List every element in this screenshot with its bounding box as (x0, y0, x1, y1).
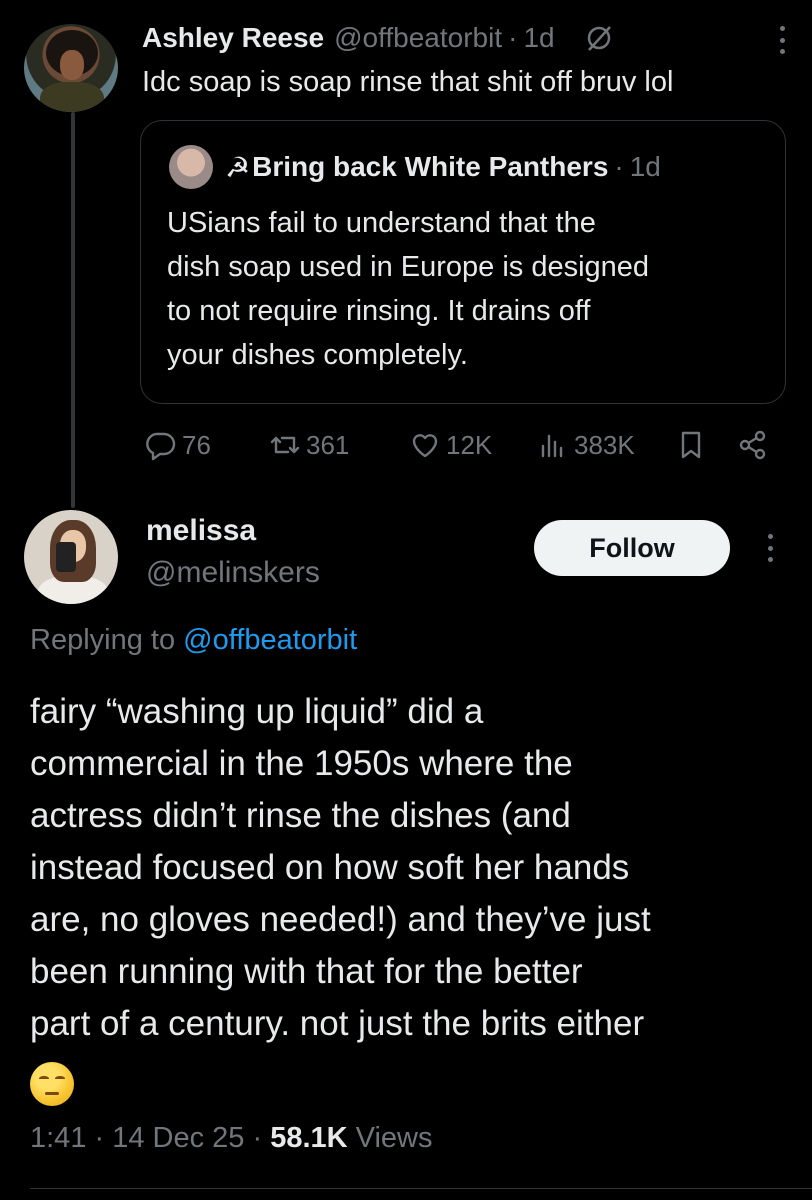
tweet-actions: 76 361 12K 383K (140, 420, 790, 470)
repost-icon (270, 436, 300, 454)
quote-author-avatar (169, 145, 213, 189)
author-handle[interactable]: @offbeatorbit (334, 22, 502, 54)
replying-prefix: Replying to (30, 624, 184, 656)
reply-action[interactable]: 76 (144, 420, 211, 470)
replying-to-mention[interactable]: @offbeatorbit (183, 624, 357, 656)
reply-author-avatar[interactable] (24, 510, 118, 604)
quote-header: ☭ Bring back White Panthers · 1d (225, 145, 661, 189)
hammer-sickle-icon: ☭ (225, 151, 251, 183)
views-count: 383K (574, 429, 635, 460)
tweet-time[interactable]: 1d (523, 22, 554, 54)
reply-date: 14 Dec 25 (112, 1122, 245, 1154)
separator-dot: · (94, 1122, 113, 1154)
tweet-header: Ashley Reese @offbeatorbit · 1d (142, 18, 792, 58)
replying-to-line: Replying to @offbeatorbit (30, 624, 357, 657)
separator-dot: · (614, 151, 624, 182)
quote-author-name: Bring back White Panthers (252, 151, 609, 182)
separator-dot: · (252, 1122, 271, 1154)
repost-action[interactable]: 361 (268, 420, 349, 470)
repost-count: 361 (306, 429, 350, 460)
more-options-icon[interactable] (760, 530, 780, 566)
share-action[interactable] (736, 420, 770, 470)
author-avatar[interactable] (24, 24, 118, 112)
views-chart-icon (541, 434, 563, 458)
views-action[interactable]: 383K (536, 420, 635, 470)
bookmark-icon (681, 431, 701, 459)
reply-views-label: Views (355, 1122, 433, 1154)
like-action[interactable]: 12K (408, 420, 492, 470)
author-name[interactable]: Ashley Reese (142, 22, 324, 54)
divider (30, 1188, 812, 1189)
reply-meta: 1:41 · 14 Dec 25 · 58.1K Views (30, 1122, 433, 1155)
reply-count: 76 (182, 429, 211, 460)
share-icon (739, 430, 766, 460)
heart-icon (412, 434, 438, 458)
follow-button[interactable]: Follow (534, 520, 730, 576)
reply-icon (146, 432, 176, 461)
separator-dot: · (508, 22, 518, 53)
thread-connector-line (71, 112, 75, 508)
grok-icon[interactable] (585, 24, 613, 52)
reply-text: fairy “washing up liquid” did a commerci… (30, 692, 651, 1043)
reply-views-count[interactable]: 58.1K (270, 1122, 347, 1154)
quoted-tweet-card[interactable]: ☭ Bring back White Panthers · 1d USians … (140, 120, 786, 404)
quote-text: USians fail to understand that the dish … (167, 207, 650, 371)
reply-author-name[interactable]: melissa (146, 514, 256, 548)
like-count: 12K (446, 429, 493, 460)
bookmark-action[interactable] (674, 420, 708, 470)
unamused-face-emoji (30, 1062, 74, 1106)
reply-author-handle[interactable]: @melinskers (146, 556, 320, 590)
more-options-icon[interactable] (772, 22, 792, 58)
reply-time: 1:41 (30, 1122, 87, 1154)
quote-time: 1d (629, 151, 661, 182)
tweet-text: Idc soap is soap rinse that shit off bru… (142, 66, 674, 98)
